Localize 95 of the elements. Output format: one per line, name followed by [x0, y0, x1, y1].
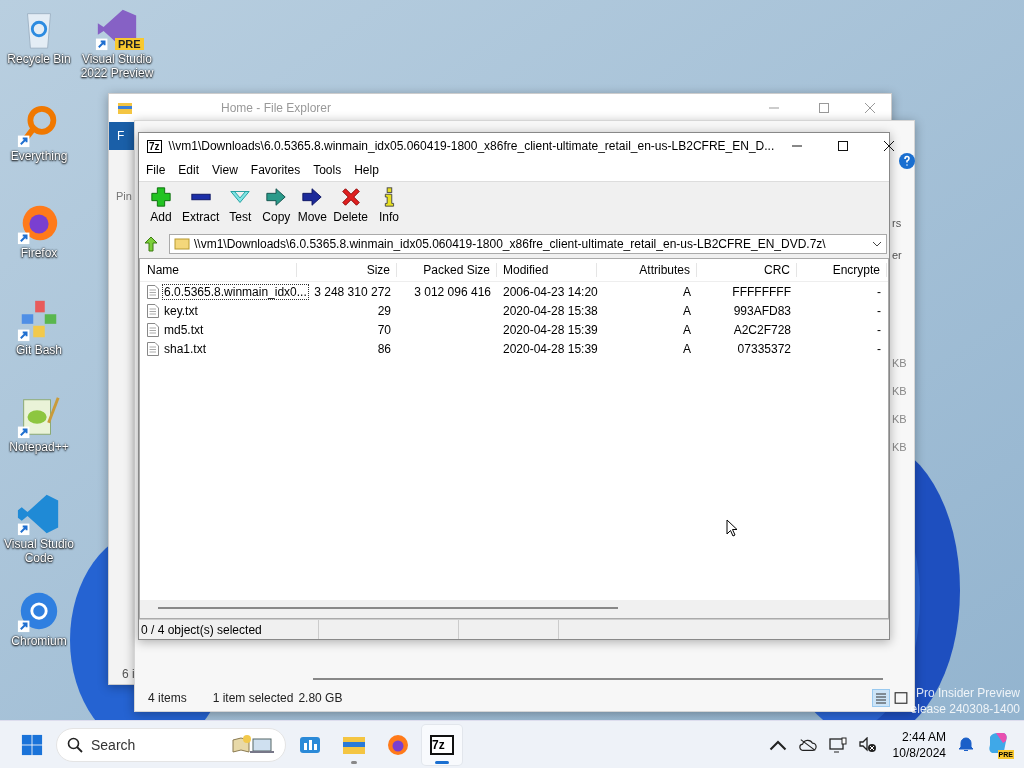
status-text: 4 items — [148, 691, 187, 705]
table-cell: 3 248 310 272 — [314, 284, 391, 299]
status-text: 1 item selected — [212, 691, 294, 705]
file-size: KB — [892, 413, 907, 425]
column-header[interactable]: CRC — [697, 263, 797, 277]
table-cell: FFFFFFFF — [732, 284, 791, 299]
column-header[interactable]: Size — [297, 263, 397, 277]
table-cell: 2020-04-28 15:38 — [503, 303, 598, 318]
table-cell: - — [877, 303, 881, 318]
file-name[interactable]: 6.0.5365.8.winmain_idx0... — [162, 283, 309, 300]
table-cell: 2020-04-28 15:39 — [503, 341, 598, 356]
status-text: 2.80 GB — [298, 691, 343, 705]
maximize-icon[interactable] — [838, 141, 849, 151]
menu-item[interactable]: Help — [354, 163, 386, 177]
table-cell: 2006-04-23 14:20 — [503, 284, 598, 299]
table-cell: A — [683, 303, 691, 318]
window-title: Home - File Explorer — [221, 101, 332, 115]
menu-item[interactable]: View — [212, 163, 245, 177]
folder-up-icon[interactable] — [143, 236, 159, 252]
menu-item[interactable]: Edit — [178, 163, 207, 177]
ribbon-label: rs — [892, 217, 902, 229]
item-count: 6 i — [122, 667, 135, 681]
clock[interactable]: 2:44 AM 10/8/2024 — [892, 728, 946, 761]
table-cell: - — [877, 341, 881, 356]
table-cell: A — [683, 322, 691, 337]
file-name[interactable]: key.txt — [162, 302, 200, 319]
toolbar-button[interactable]: Copy — [258, 186, 295, 224]
toolbar-button[interactable]: Move — [294, 186, 331, 224]
file-size: KB — [892, 385, 907, 397]
ribbon-label: Pin — [116, 190, 132, 202]
table-cell: 29 — [377, 303, 391, 318]
file-icon — [147, 341, 159, 356]
app-icon-label: 7z — [432, 737, 445, 752]
copy-icon — [265, 186, 288, 208]
scrollbar-thumb[interactable] — [158, 607, 618, 609]
table-cell: A2C2F728 — [733, 322, 791, 337]
file-icon — [147, 322, 159, 337]
dropdown-icon[interactable] — [872, 241, 882, 247]
firefox-icon — [386, 732, 410, 757]
file-name[interactable]: md5.txt — [162, 321, 206, 338]
menu-item[interactable]: Favorites — [250, 163, 308, 177]
toolbar-button[interactable]: Info — [371, 186, 408, 224]
folder-icon — [117, 100, 133, 116]
status-text: 0 / 4 object(s) selected — [139, 620, 319, 639]
file-size: KB — [892, 357, 907, 369]
table-cell: - — [877, 284, 881, 299]
table-cell: 3 012 096 416 — [414, 284, 491, 299]
tiles-view-icon[interactable] — [892, 689, 910, 707]
toolbar-button[interactable]: Test — [222, 186, 259, 224]
table-cell: 07335372 — [737, 341, 791, 356]
badge: PRE — [115, 38, 144, 50]
table-cell: 86 — [377, 341, 391, 356]
column-header[interactable]: Packed Size — [397, 263, 497, 277]
window-title: \\vm1\Downloads\6.0.5365.8.winmain_idx05.060419-1800_x86fre_client-ultimate_retail_en-us-LB2CFRE_EN_D... — [168, 139, 775, 153]
file-size: KB — [892, 441, 907, 453]
file-icon — [147, 303, 159, 318]
ribbon-label: er — [892, 249, 902, 261]
windows-start-icon[interactable] — [21, 733, 43, 756]
mouse-cursor-icon — [726, 519, 738, 537]
add-icon — [150, 186, 172, 208]
folder-icon — [174, 236, 190, 252]
search-icon — [67, 736, 83, 753]
column-header[interactable]: Attributes — [597, 263, 697, 277]
menu-item[interactable]: File — [146, 163, 173, 177]
toolbar-button[interactable]: Extract — [179, 186, 223, 224]
address-field[interactable]: \\vm1\Downloads\6.0.5365.8.winmain_idx05.060419-1800_x86fre_client-ultimate_retail_en-us-LB2CFRE_EN_DVD.7z\ — [169, 234, 887, 254]
watermark-text: Pro Insider Preview — [915, 686, 1020, 700]
move-icon — [301, 186, 324, 208]
ribbon-tab[interactable]: F — [109, 122, 135, 150]
help-icon[interactable] — [899, 153, 915, 169]
table-cell: A — [683, 284, 691, 299]
search-field[interactable]: Search — [56, 727, 286, 762]
close-icon[interactable] — [884, 141, 895, 151]
sevenzip-icon — [430, 732, 454, 757]
cloud-icon[interactable] — [798, 736, 817, 753]
bell-icon[interactable] — [958, 736, 974, 753]
column-header[interactable]: Name — [140, 263, 297, 277]
taskbar-app-button[interactable]: 7z — [422, 724, 462, 765]
table-cell: A — [683, 341, 691, 356]
app-icon: 7z — [147, 139, 162, 153]
table-cell: - — [877, 322, 881, 337]
monitor-icon[interactable] — [828, 736, 847, 753]
menu-item[interactable]: Tools — [313, 163, 349, 177]
speaker-muted-icon[interactable] — [858, 736, 877, 753]
books-laptop-icon — [231, 733, 275, 756]
file-icon — [147, 284, 159, 299]
table-cell: 2020-04-28 15:39 — [503, 322, 598, 337]
toolbar-button[interactable]: Add — [143, 186, 179, 224]
column-header[interactable]: Modified — [497, 263, 597, 277]
toolbar-button[interactable]: Delete — [330, 186, 372, 224]
table-cell: 70 — [377, 322, 391, 337]
file-name[interactable]: sha1.txt — [162, 340, 209, 357]
delete-icon — [339, 186, 362, 208]
column-header[interactable]: Encrypte — [797, 263, 887, 277]
table-cell: 993AFD83 — [733, 303, 791, 318]
